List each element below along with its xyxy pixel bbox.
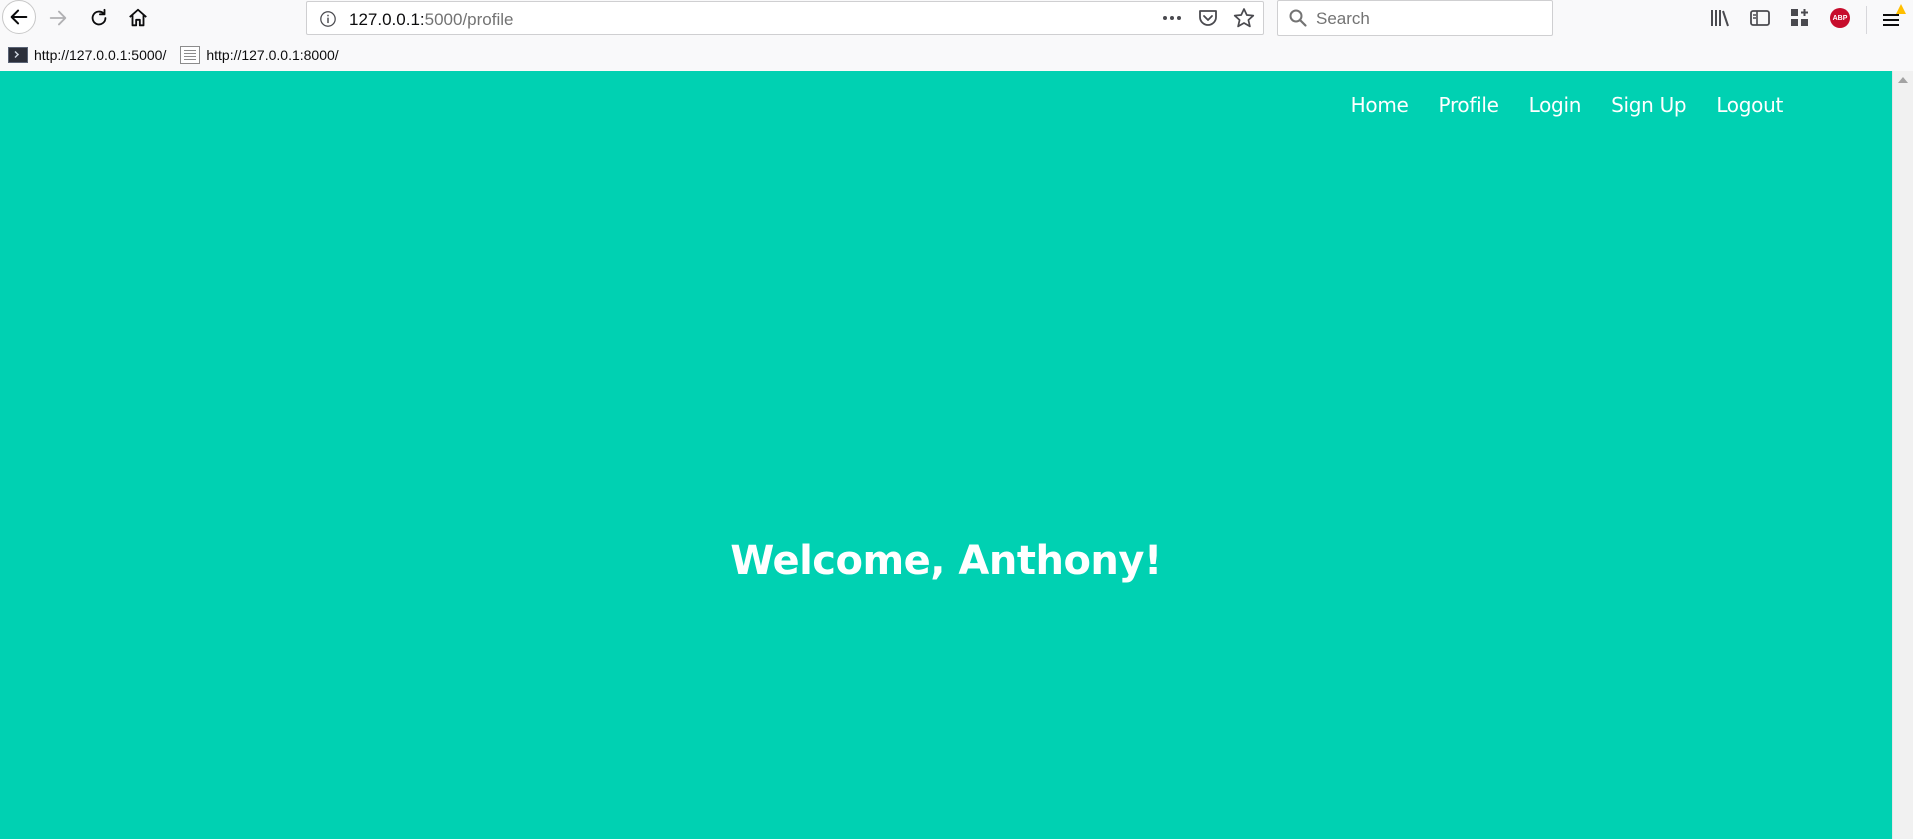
site-info-icon[interactable] — [319, 10, 337, 28]
forward-button[interactable] — [42, 2, 74, 34]
page-icon — [180, 46, 201, 64]
nav-profile-link[interactable]: Profile — [1439, 93, 1499, 117]
reload-button[interactable] — [83, 2, 115, 34]
toolbar-separator — [1866, 6, 1867, 34]
adblock-label: ABP — [1830, 8, 1850, 28]
url-actions — [1161, 7, 1255, 29]
url-path: 5000/profile — [424, 10, 514, 29]
terminal-icon — [8, 47, 28, 63]
bookmark-label: http://127.0.0.1:5000/ — [34, 47, 167, 63]
address-bar[interactable]: 127.0.0.1:5000/profile — [306, 1, 1264, 35]
url-text[interactable]: 127.0.0.1:5000/profile — [349, 10, 513, 30]
page-viewport: Home Profile Login Sign Up Logout Welcom… — [0, 71, 1892, 839]
library-icon[interactable] — [1705, 4, 1735, 32]
open-menu-button[interactable] — [1874, 4, 1908, 34]
bookmark-star-icon[interactable] — [1233, 7, 1255, 29]
url-host: 127.0.0.1: — [349, 10, 425, 29]
bookmark-item[interactable]: http://127.0.0.1:8000/ — [180, 46, 339, 64]
bookmarks-toolbar: http://127.0.0.1:5000/ http://127.0.0.1:… — [0, 40, 1913, 70]
toolbar-right-icons: ABP — [1705, 4, 1855, 32]
nav-logout-link[interactable]: Logout — [1716, 93, 1783, 117]
sidebar-icon[interactable] — [1745, 4, 1775, 32]
reload-icon — [91, 8, 107, 26]
extensions-grid-icon[interactable] — [1785, 4, 1815, 32]
scroll-up-arrow-icon[interactable] — [1898, 77, 1908, 83]
bookmark-label: http://127.0.0.1:8000/ — [206, 47, 339, 63]
pocket-icon[interactable] — [1197, 7, 1219, 29]
search-icon — [1289, 9, 1307, 27]
back-button[interactable] — [2, 0, 36, 34]
home-icon — [129, 8, 147, 27]
vertical-scrollbar[interactable] — [1892, 71, 1913, 839]
browser-toolbar: 127.0.0.1:5000/profile ABP — [0, 0, 1913, 38]
bookmark-item[interactable]: http://127.0.0.1:5000/ — [8, 47, 166, 63]
home-button[interactable] — [122, 2, 154, 34]
site-navbar: Home Profile Login Sign Up Logout — [1351, 93, 1784, 117]
nav-signup-link[interactable]: Sign Up — [1611, 93, 1687, 117]
nav-home-link[interactable]: Home — [1351, 93, 1409, 117]
forward-arrow-icon — [49, 10, 67, 26]
adblock-plus-icon[interactable]: ABP — [1825, 4, 1855, 32]
welcome-heading: Welcome, Anthony! — [730, 538, 1162, 584]
search-input[interactable] — [1316, 9, 1536, 29]
search-bar[interactable] — [1277, 0, 1553, 36]
page-actions-icon[interactable] — [1161, 7, 1183, 29]
nav-login-link[interactable]: Login — [1529, 93, 1582, 117]
back-arrow-icon — [10, 9, 28, 25]
